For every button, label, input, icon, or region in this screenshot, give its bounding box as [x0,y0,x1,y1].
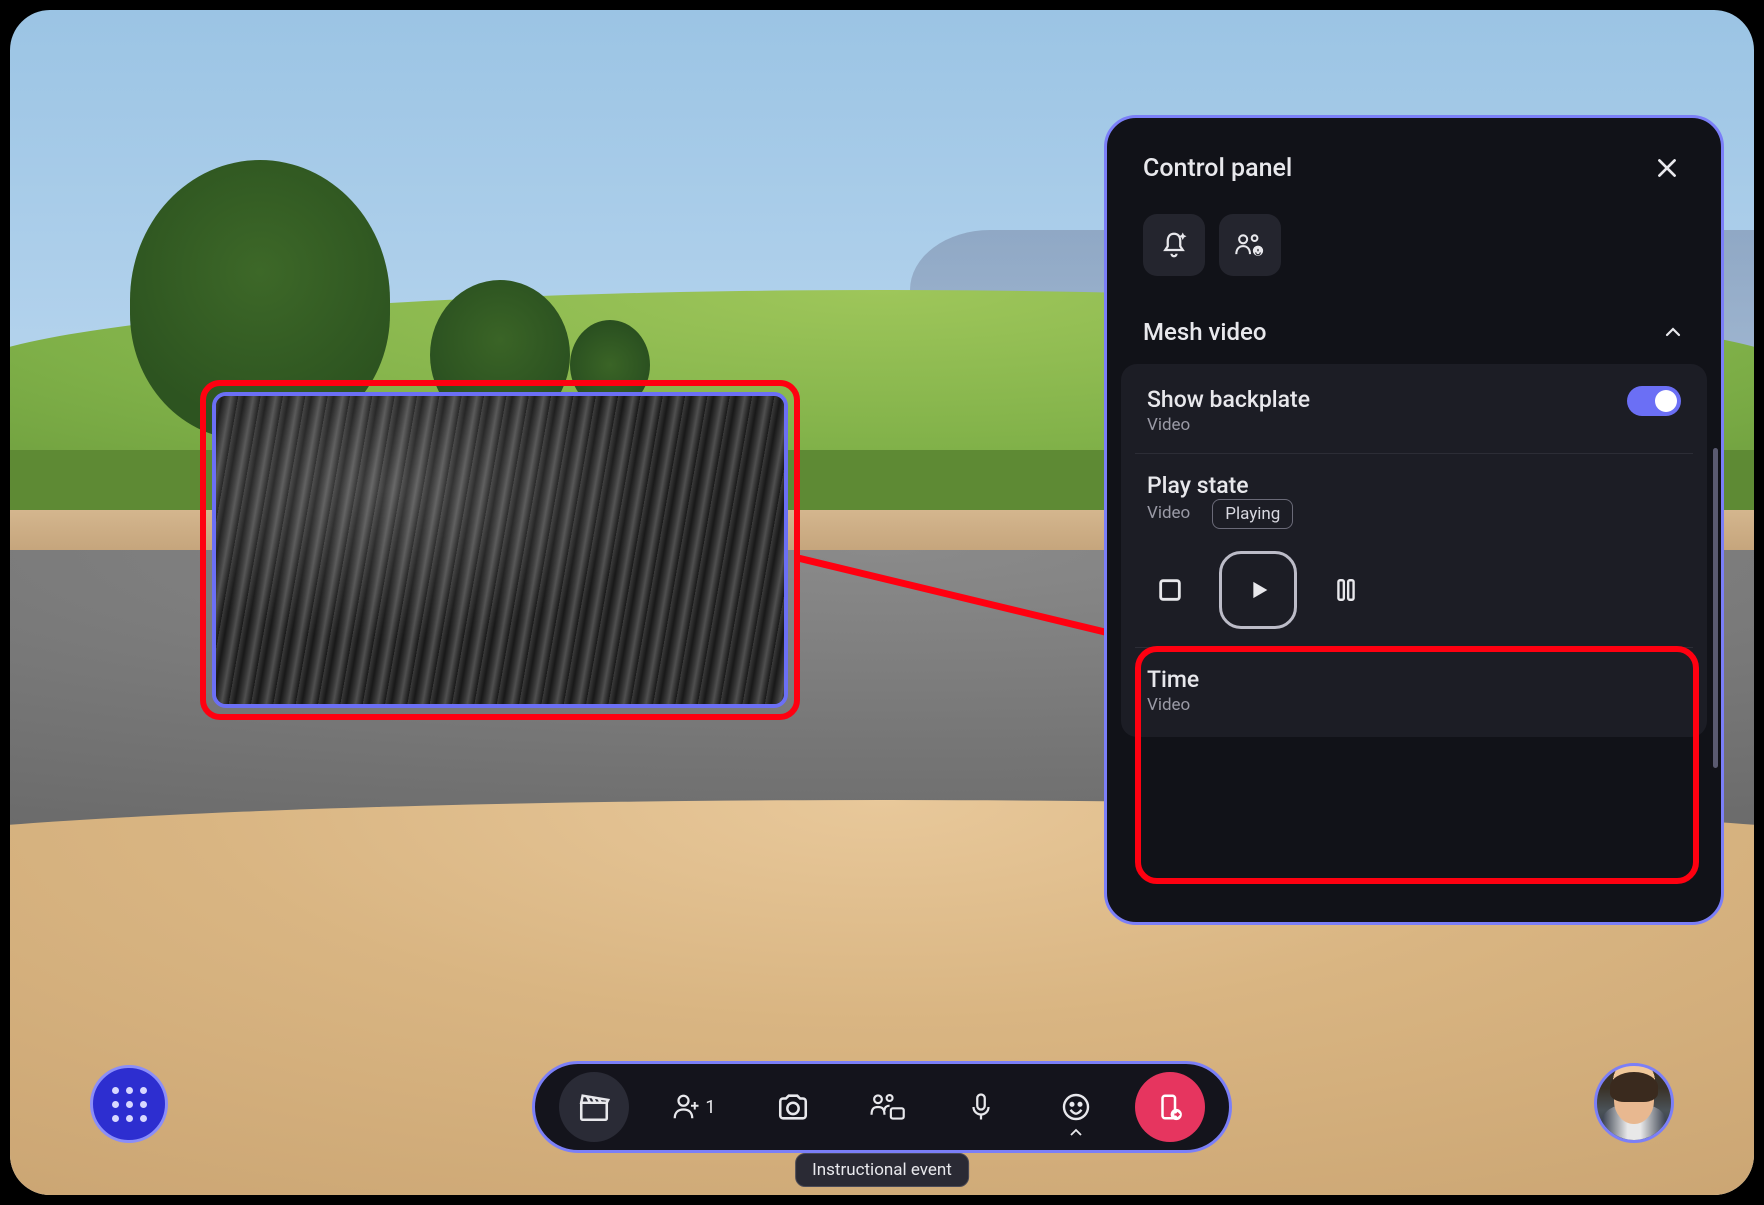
microphone-icon [966,1090,996,1124]
camera-button[interactable] [758,1072,828,1142]
control-panel: Control panel [1104,115,1724,925]
chevron-up-icon [1069,1128,1083,1138]
play-state-badge: Playing [1212,499,1293,529]
setting-sublabel: Video [1147,503,1190,523]
avatar-hair [1610,1072,1658,1102]
play-button[interactable] [1219,551,1297,629]
section-header-mesh-video[interactable]: Mesh video [1107,300,1721,364]
panel-title: Control panel [1143,154,1292,183]
leave-button[interactable] [1135,1072,1205,1142]
notify-action-button[interactable] [1143,214,1205,276]
viewport: Control panel [10,10,1754,1195]
setting-label: Play state [1147,472,1681,499]
close-button[interactable] [1649,150,1685,186]
people-mic-icon [1234,230,1266,260]
clapper-button[interactable] [559,1072,629,1142]
person-icon [671,1092,701,1122]
screenshare-button[interactable] [852,1072,922,1142]
bell-sparkle-icon [1159,230,1189,260]
avatar-button[interactable] [1594,1063,1674,1143]
video-content [216,396,784,704]
mic-button[interactable] [946,1072,1016,1142]
play-icon [1244,576,1272,604]
camera-icon [776,1090,810,1124]
video-screen-highlight [200,380,800,720]
app-menu-button[interactable] [90,1065,168,1143]
setting-show-backplate: Show backplate Video [1121,368,1707,453]
panel-scrollbar[interactable] [1713,448,1718,768]
setting-play-state: Play state Video Playing [1121,454,1707,647]
stop-button[interactable] [1153,573,1187,607]
pause-button[interactable] [1329,573,1363,607]
smiley-icon [1060,1091,1092,1123]
setting-sublabel: Video [1147,695,1681,715]
people-count: 1 [705,1097,715,1118]
section-body: Show backplate Video Play state Video Pl… [1121,364,1707,737]
setting-label: Time [1147,666,1681,693]
grid-icon [112,1087,147,1122]
people-action-button[interactable] [1219,214,1281,276]
people-screen-icon [869,1091,905,1123]
chevron-up-icon [1661,320,1685,344]
clapperboard-icon [577,1090,611,1124]
people-button[interactable]: 1 [653,1072,733,1142]
stop-icon [1156,576,1184,604]
bottom-toolbar: 1 [532,1061,1232,1153]
play-controls [1153,551,1681,629]
backplate-toggle[interactable] [1627,386,1681,416]
setting-time: Time Video [1121,648,1707,733]
leave-icon [1155,1090,1185,1124]
pause-icon [1333,575,1359,605]
video-screen[interactable] [212,392,788,708]
close-icon [1654,155,1680,181]
toolbar-tooltip: Instructional event [795,1153,969,1187]
setting-sublabel: Video [1147,415,1310,435]
reactions-button[interactable] [1041,1072,1111,1142]
setting-label: Show backplate [1147,386,1310,413]
section-title: Mesh video [1143,318,1267,346]
